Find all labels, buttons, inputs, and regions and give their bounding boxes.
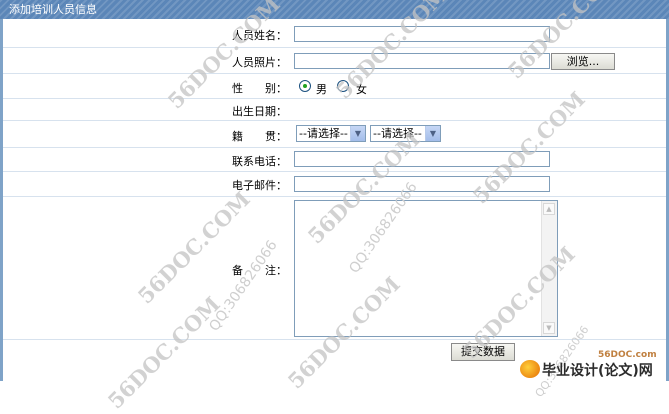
origin-label: 籍 贯：	[232, 130, 287, 143]
brand-site: 56DOC.com	[598, 350, 657, 360]
email-label: 电子邮件：	[232, 179, 287, 192]
remark-scrollbar[interactable]: ▲ ▼	[541, 201, 557, 336]
browse-button[interactable]: 浏览...	[551, 53, 615, 70]
phone-label: 联系电话：	[232, 155, 287, 168]
row-birthdate: 出生日期：	[3, 99, 666, 121]
form-title: 添加培训人员信息	[0, 0, 669, 19]
name-input[interactable]	[294, 26, 550, 42]
province-select[interactable]: --请选择-- ▼	[296, 125, 366, 142]
remark-textarea[interactable]: ▲ ▼	[294, 200, 558, 337]
radio-checked-icon	[303, 84, 307, 88]
name-label: 人员姓名：	[232, 29, 287, 42]
gender-label: 性 别：	[232, 82, 287, 95]
email-input[interactable]	[294, 176, 550, 192]
gender-female-radio[interactable]	[337, 80, 349, 92]
row-email: 电子邮件：	[3, 172, 666, 197]
submit-button[interactable]: 提交数据	[451, 343, 515, 361]
row-gender: 性 别： 男 女	[3, 74, 666, 99]
province-select-value: --请选择--	[299, 127, 348, 140]
photo-label: 人员照片：	[232, 56, 287, 69]
city-select[interactable]: --请选择-- ▼	[370, 125, 441, 142]
phone-input[interactable]	[294, 151, 550, 167]
chevron-down-icon[interactable]: ▼	[350, 126, 365, 141]
chevron-down-icon[interactable]: ▼	[425, 126, 440, 141]
row-origin: 籍 贯： --请选择-- ▼ --请选择-- ▼	[3, 121, 666, 148]
birthdate-label: 出生日期：	[232, 105, 287, 118]
row-photo: 人员照片： 浏览...	[3, 48, 666, 74]
row-name: 人员姓名：	[3, 19, 666, 48]
city-select-value: --请选择--	[373, 127, 422, 140]
gender-female-label: 女	[356, 83, 367, 96]
row-phone: 联系电话：	[3, 148, 666, 172]
brand-logo: 56DOC.com 毕业设计(论文)网	[520, 350, 668, 380]
brand-name: 毕业设计(论文)网	[542, 363, 653, 379]
scroll-down-icon[interactable]: ▼	[543, 322, 555, 334]
brand-logo-icon	[520, 360, 540, 378]
scroll-up-icon[interactable]: ▲	[543, 203, 555, 215]
remark-label: 备 注：	[232, 264, 287, 277]
gender-male-label: 男	[316, 83, 327, 96]
gender-male-radio[interactable]	[299, 80, 311, 92]
photo-file-input[interactable]	[294, 53, 550, 69]
